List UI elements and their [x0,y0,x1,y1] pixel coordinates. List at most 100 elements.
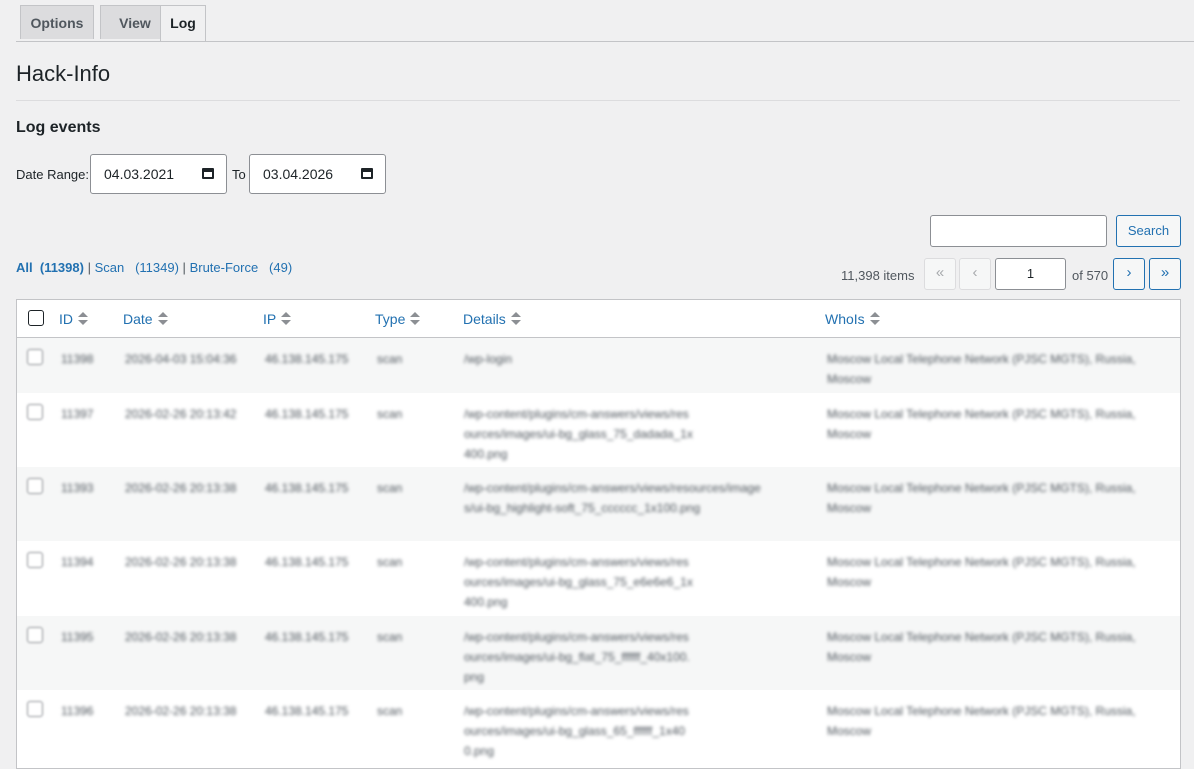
section-title: Log events [16,119,101,136]
date-to-label: To [232,167,246,182]
row-checkbox[interactable] [27,701,43,717]
filter-brute-force-label: Brute-Force [189,260,259,275]
column-details-header[interactable]: Details [463,311,521,327]
column-ip-label: IP [263,311,277,327]
next-page-button[interactable]: › [1113,258,1145,290]
column-type-label: Type [375,311,406,327]
subsubsub-filters: All (11398) | Scan (11349) | Brute-Force… [16,260,292,275]
cell-whois: Moscow Local Telephone Network (PJSC MGT… [827,704,1136,738]
column-id-label: ID [59,311,73,327]
sort-icon [78,312,88,326]
nav-tab-wrapper: Options View Log [16,5,1194,42]
cell-ip: 46.138.145.175 [265,481,349,495]
cell-details: /wp-content/plugins/cm-answers/views/res… [464,407,693,461]
table-row: 11394 2026-02-26 20:13:38 46.138.145.175… [17,541,1180,616]
title-divider [16,100,1180,101]
cell-details: /wp-content/plugins/cm-answers/views/res… [464,481,761,515]
column-whois-header[interactable]: WhoIs [825,311,880,327]
select-all-checkbox[interactable] [28,310,44,326]
cell-id: 11393 [61,481,94,495]
date-range-label: Date Range: [16,167,89,182]
filter-scan-link[interactable]: Scan (11349) [95,260,179,275]
first-page-button: « [924,258,956,290]
table-row: 11397 2026-02-26 20:13:42 46.138.145.175… [17,393,1180,467]
tab-log[interactable]: Log [160,5,206,41]
filter-all-link[interactable]: All (11398) [16,260,84,275]
sort-icon [869,312,880,326]
date-from-input[interactable]: 04.03.2021 [90,154,227,194]
displaying-num: 11,398 items [841,268,915,283]
column-date-header[interactable]: Date [123,311,168,327]
tab-options[interactable]: Options [20,5,94,39]
column-type-header[interactable]: Type [375,311,421,327]
table-row: 11395 2026-02-26 20:13:38 46.138.145.175… [17,616,1180,690]
filter-scan-label: Scan [94,260,125,275]
sort-icon [281,312,292,326]
cell-ip: 46.138.145.175 [265,704,349,718]
search-button[interactable]: Search [1116,215,1181,247]
row-checkbox[interactable] [27,478,43,494]
calendar-icon[interactable] [202,168,214,179]
cell-whois: Moscow Local Telephone Network (PJSC MGT… [827,407,1136,441]
cell-details: /wp-login [464,352,513,366]
page-title: Hack-Info [16,61,111,86]
cell-date: 2026-02-26 20:13:38 [125,481,237,495]
log-table: ID Date IP Type Details WhoIs 11398 2026… [16,299,1181,769]
search-input[interactable] [930,215,1107,247]
row-checkbox[interactable] [27,627,43,643]
cell-type: scan [377,630,403,644]
table-row: 11398 2026-04-03 15:04:36 46.138.145.175… [17,338,1180,393]
filter-separator: | [182,260,186,275]
cell-type: scan [377,407,403,421]
cell-whois: Moscow Local Telephone Network (PJSC MGT… [827,630,1136,664]
cell-id: 11398 [61,352,94,366]
cell-date: 2026-02-26 20:13:42 [125,407,237,421]
cell-ip: 46.138.145.175 [265,352,349,366]
column-details-label: Details [463,311,506,327]
filter-brute-force-count: (49) [269,260,293,275]
sort-icon [157,312,168,326]
cell-id: 11396 [61,704,94,718]
cell-details: /wp-content/plugins/cm-answers/views/res… [464,630,690,684]
table-row: 11396 2026-02-26 20:13:38 46.138.145.175… [17,690,1180,765]
column-id-header[interactable]: ID [59,311,88,327]
table-body: 11398 2026-04-03 15:04:36 46.138.145.175… [17,338,1180,765]
cell-type: scan [377,704,403,718]
cell-type: scan [377,352,403,366]
cell-whois: Moscow Local Telephone Network (PJSC MGT… [827,352,1136,386]
column-date-label: Date [123,311,153,327]
prev-page-button: ‹ [959,258,991,290]
cell-details: /wp-content/plugins/cm-answers/views/res… [464,704,689,758]
cell-type: scan [377,555,403,569]
filter-brute-force-link[interactable]: Brute-Force (49) [190,260,293,275]
cell-date: 2026-04-03 15:04:36 [125,352,237,366]
filter-all-count: (11398) [39,260,84,275]
cell-details: /wp-content/plugins/cm-answers/views/res… [464,555,693,609]
filter-all-label: All [16,260,33,275]
cell-id: 11394 [61,555,94,569]
column-ip-header[interactable]: IP [263,311,292,327]
cell-whois: Moscow Local Telephone Network (PJSC MGT… [827,555,1136,589]
table-row: 11393 2026-02-26 20:13:38 46.138.145.175… [17,467,1180,541]
last-page-button[interactable]: » [1149,258,1181,290]
current-page-input[interactable]: 1 [995,258,1066,290]
cell-ip: 46.138.145.175 [265,630,349,644]
sort-icon [510,312,521,326]
row-checkbox[interactable] [27,404,43,420]
date-from-value: 04.03.2021 [104,166,175,182]
cell-ip: 46.138.145.175 [265,555,349,569]
date-to-input[interactable]: 03.04.2026 [249,154,386,194]
calendar-icon[interactable] [361,168,373,179]
cell-id: 11397 [61,407,94,421]
row-checkbox[interactable] [27,552,43,568]
cell-id: 11395 [61,630,94,644]
column-whois-label: WhoIs [825,311,865,327]
cell-date: 2026-02-26 20:13:38 [125,704,237,718]
cell-whois: Moscow Local Telephone Network (PJSC MGT… [827,481,1136,515]
cell-ip: 46.138.145.175 [265,407,349,421]
filter-scan-count: (11349) [135,260,179,275]
cell-date: 2026-02-26 20:13:38 [125,630,237,644]
table-header: ID Date IP Type Details WhoIs [17,300,1180,338]
date-to-value: 03.04.2026 [263,166,334,182]
row-checkbox[interactable] [27,349,43,365]
